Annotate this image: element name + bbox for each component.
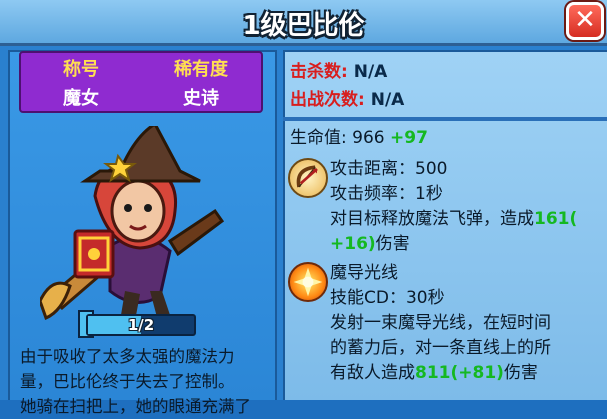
title-value: 魔女 [63, 88, 99, 109]
skill-damage-suffix: 伤害 [503, 363, 538, 383]
battle-stats: 击杀数: N/A 出战次数: N/A [290, 58, 404, 114]
attack-info: 攻击距离：500 攻击频率：1秒 对目标释放魔法飞弹，造成161( +16)伤害 [330, 157, 577, 257]
stats-divider [283, 117, 607, 121]
battles-label: 出战次数: [290, 90, 365, 110]
light-beam-icon [288, 262, 328, 302]
close-button[interactable]: ✕ [566, 2, 604, 40]
skill-damage-prefix: 有敌人造成 [330, 363, 415, 383]
hero-info-card: 称号 稀有度 魔女 史诗 [19, 51, 263, 113]
level-progress-text: 1/2 [127, 316, 155, 334]
title-bar: 1级巴比伦 ✕ [0, 0, 607, 46]
skill-desc-line: 发射一束魔导光线，在短时间 [330, 313, 551, 333]
hp-value: 966 [352, 128, 385, 148]
attack-effect-prefix: 对目标释放魔法飞弹，造成 [330, 209, 534, 229]
hp-bonus: +97 [390, 128, 428, 148]
skill-damage-value: 811(+81) [415, 363, 504, 383]
skill-name: 魔导光线 [330, 263, 398, 283]
bow-icon [288, 158, 328, 198]
hp-stat: 生命值: 966 +97 [290, 124, 428, 152]
attack-rate: 攻击频率：1秒 [330, 184, 443, 204]
rarity-label: 稀有度 [174, 59, 228, 80]
attack-effect-bonus: +16) [330, 234, 376, 254]
witch-hero-portrait [40, 126, 225, 321]
skill-info: 魔导光线 技能CD：30秒 发射一束魔导光线，在短时间 的蓄力后，对一条直线上的… [330, 261, 551, 386]
attack-effect-line2: +16)伤害 [330, 232, 577, 257]
hero-title: 1级巴比伦 [242, 11, 365, 41]
attack-range: 攻击距离：500 [330, 159, 448, 179]
rarity-value: 史诗 [183, 88, 219, 109]
title-label: 称号 [63, 59, 99, 80]
description-line: 她骑在扫把上，她的眼通充满了 [20, 397, 251, 416]
skill-desc-line: 的蓄力后，对一条直线上的所 [330, 338, 551, 358]
attack-effect-value: 161( [534, 209, 578, 229]
hp-label: 生命值: [290, 128, 347, 148]
attack-effect-suffix: 伤害 [375, 234, 410, 254]
skill-cd: 技能CD：30秒 [330, 288, 445, 308]
skill-damage: 有敌人造成811(+81)伤害 [330, 361, 551, 386]
kills-label: 击杀数: [290, 62, 348, 82]
level-progress-bar: 1/2 [86, 314, 196, 336]
hero-description: 由于吸收了太多太强的魔法力 量，巴比伦终于失去了控制。 她骑在扫把上，她的眼通充… [20, 344, 276, 419]
attack-effect: 对目标释放魔法飞弹，造成161( [330, 207, 577, 232]
description-line: 量，巴比伦终于失去了控制。 [20, 372, 235, 391]
description-line: 由于吸收了太多太强的魔法力 [20, 347, 235, 366]
battles-value: N/A [370, 90, 405, 110]
kills-value: N/A [353, 62, 388, 82]
